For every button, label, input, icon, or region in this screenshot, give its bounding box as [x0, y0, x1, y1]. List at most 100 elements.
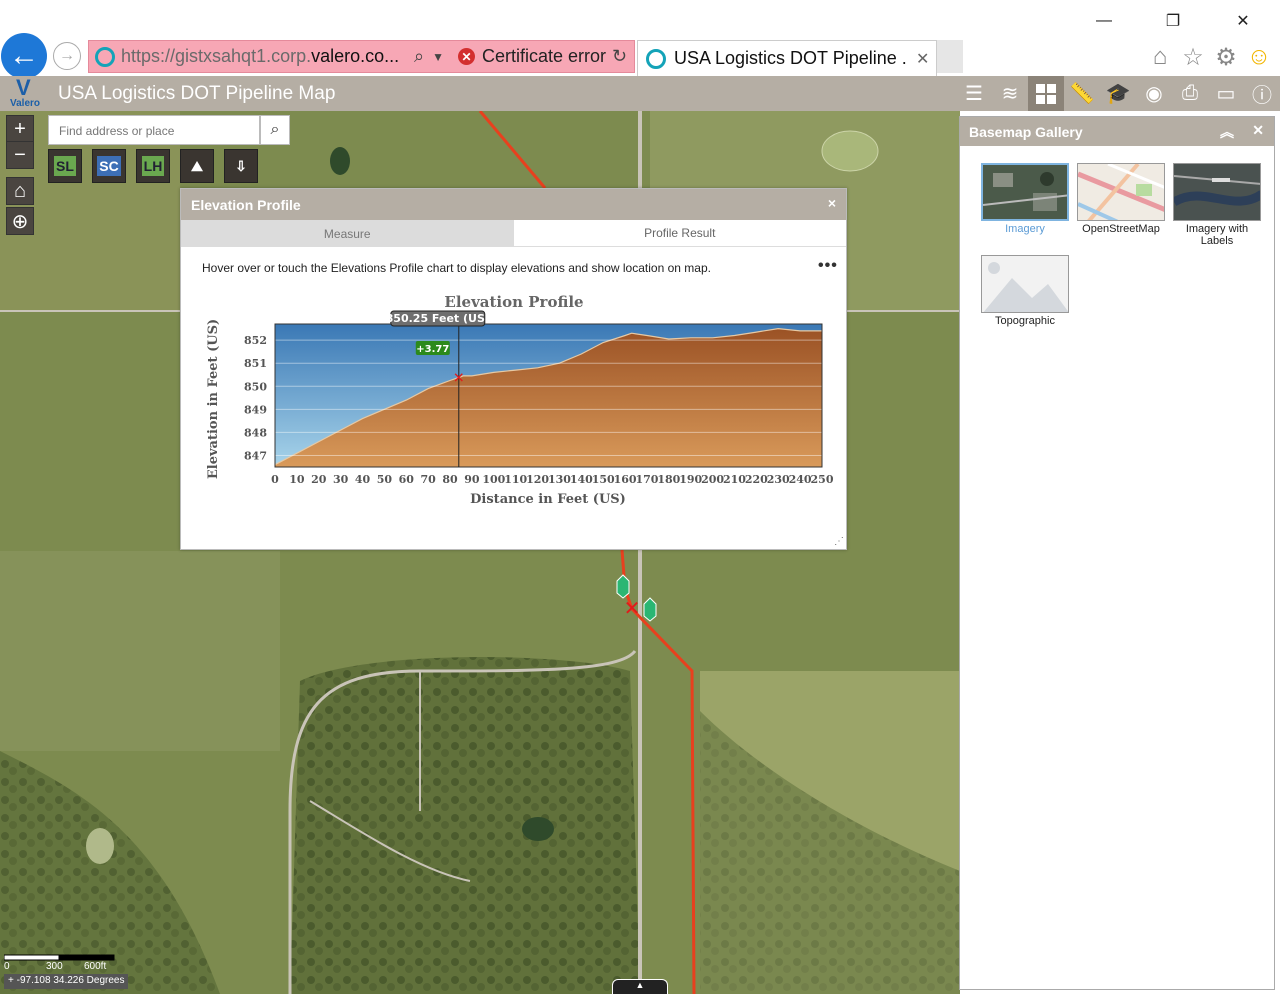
app-root: — ❐ ✕ ← → https://gistxsahqt1.corp.valer…	[0, 0, 1280, 994]
coordinate-readout: + -97.108 34.226 Degrees	[4, 974, 129, 989]
y-tick-label-849: 849	[244, 403, 267, 416]
x-tick-label-230: 230	[767, 473, 790, 486]
basemap-panel-title: Basemap Gallery	[969, 124, 1083, 140]
x-tick-label-160: 160	[614, 473, 637, 486]
x-tick-label-60: 60	[399, 473, 415, 486]
basemap-imagery-thumb[interactable]	[981, 163, 1069, 221]
tab-measure[interactable]: Measure	[181, 220, 514, 247]
print-icon[interactable]: ⎙	[1172, 76, 1208, 111]
favorites-star-icon[interactable]: ☆	[1178, 42, 1208, 72]
coords-toggle-icon[interactable]: +	[8, 975, 17, 986]
tab-close-icon[interactable]: ✕	[916, 49, 929, 69]
resize-handle-icon[interactable]: ⋰	[834, 536, 844, 547]
search-icon[interactable]: ⌕	[414, 46, 424, 67]
new-tab-button[interactable]	[937, 40, 963, 73]
locate-icon[interactable]: ⊕	[6, 207, 34, 235]
tool-lh-button[interactable]: LH	[136, 149, 170, 183]
layers-icon[interactable]: ≋	[992, 76, 1028, 111]
tab-active[interactable]: USA Logistics DOT Pipeline ... ✕	[637, 40, 937, 76]
logo-text: Valero	[10, 98, 41, 109]
measure-ruler-icon[interactable]: 📏	[1064, 76, 1100, 111]
x-tick-label-140: 140	[570, 473, 593, 486]
more-options-icon[interactable]: •••	[818, 257, 838, 275]
tab-profile-result[interactable]: Profile Result	[513, 220, 846, 247]
search-input[interactable]: Find address or place	[48, 115, 260, 145]
logo-mark: V	[16, 75, 31, 100]
education-icon[interactable]: 🎓	[1100, 76, 1136, 111]
x-tick-label-250: 250	[811, 473, 834, 486]
basemap-imagery-labels[interactable]: Imagery with Labels	[1170, 163, 1264, 247]
x-tick-label-240: 240	[789, 473, 812, 486]
refresh-icon[interactable]: ↻	[612, 46, 627, 67]
collapse-icon[interactable]: ︽	[1220, 122, 1234, 142]
minimize-icon[interactable]: —	[1089, 8, 1119, 34]
scale-label-0: 0	[4, 961, 10, 972]
x-tick-label-100: 100	[482, 473, 505, 486]
elevation-chart[interactable]: Elevation Profile 847 848 849 850 851 852 0 10 2…	[181, 289, 848, 509]
elevation-panel-title: Elevation Profile	[191, 197, 301, 213]
basemap-osm-thumb[interactable]	[1077, 163, 1165, 221]
address-bar[interactable]: https://gistxsahqt1.corp.valero.co... ⌕ …	[88, 40, 635, 73]
elevation-tabs: Measure Profile Result	[181, 220, 846, 247]
list-icon[interactable]: ☰	[956, 76, 992, 111]
elevation-panel-header[interactable]: Elevation Profile ×	[181, 189, 846, 220]
url-prefix: https://gistxsahqt1.corp.	[121, 46, 312, 66]
basemap-osm-label: OpenStreetMap	[1082, 223, 1160, 235]
x-tick-label-170: 170	[635, 473, 658, 486]
svg-text:✕: ✕	[624, 596, 641, 620]
x-tick-label-30: 30	[333, 473, 349, 486]
tool-sl-button[interactable]: SL	[48, 149, 82, 183]
export-tool-icon[interactable]: ⇩	[224, 149, 258, 183]
x-tick-label-20: 20	[311, 473, 327, 486]
feedback-smiley-icon[interactable]: ☺	[1244, 42, 1274, 72]
close-window-icon[interactable]: ✕	[1228, 8, 1258, 34]
zoom-in-button[interactable]: +	[6, 115, 34, 143]
y-tick-label-850: 850	[244, 380, 267, 393]
x-tick-label-220: 220	[745, 473, 768, 486]
basemap-panel-header: Basemap Gallery ︽ ✕	[960, 117, 1274, 146]
basemap-openstreetmap[interactable]: OpenStreetMap	[1074, 163, 1168, 235]
attribution-toggle[interactable]: ▲	[612, 979, 668, 994]
back-button[interactable]: ←	[1, 33, 47, 79]
comment-icon[interactable]: ▭	[1208, 76, 1244, 111]
basemap-grid-icon[interactable]	[1028, 76, 1064, 111]
dropdown-icon[interactable]: ▼	[432, 50, 444, 64]
restore-icon[interactable]: ❐	[1158, 8, 1188, 34]
x-tick-label-210: 210	[723, 473, 746, 486]
tab-title[interactable]: USA Logistics DOT Pipeline ...	[674, 48, 906, 69]
grid-glyph	[1036, 83, 1056, 104]
app-header: V Valero USA Logistics DOT Pipeline Map …	[0, 76, 1280, 111]
home-extent-icon[interactable]: ⌂	[6, 177, 34, 205]
app-title: USA Logistics DOT Pipeline Map	[58, 83, 336, 104]
address-url[interactable]: https://gistxsahqt1.corp.valero.co...	[121, 46, 406, 67]
y-tick-label-847: 847	[244, 449, 267, 462]
forward-button[interactable]: →	[53, 42, 81, 70]
imagery-labels-thumbnail	[1174, 164, 1260, 220]
home-icon[interactable]: ⌂	[1145, 42, 1175, 72]
chart-ylabel: Elevation in Feet (US)	[206, 319, 221, 479]
basemap-topographic-label: Topographic	[995, 315, 1055, 327]
hover-delta-label: +3.77	[416, 344, 449, 355]
basemap-imagery-labels-thumb[interactable]	[1173, 163, 1261, 221]
settings-gear-icon[interactable]: ⚙	[1211, 42, 1241, 72]
tool-sc-button[interactable]: SC	[92, 149, 126, 183]
profile-tool-icon[interactable]: ⛰	[180, 149, 214, 183]
basemap-topographic[interactable]: Topographic	[978, 255, 1072, 327]
tool-sl-label: SL	[54, 156, 76, 176]
x-tick-label-200: 200	[701, 473, 724, 486]
cert-error-text[interactable]: Certificate error	[482, 46, 606, 67]
zoom-out-button[interactable]: −	[6, 141, 34, 169]
basemap-close-icon[interactable]: ✕	[1252, 122, 1264, 139]
basemap-topographic-thumb[interactable]	[981, 255, 1069, 313]
cert-error-icon[interactable]: ✕	[457, 48, 475, 65]
search-button[interactable]: ⌕	[260, 115, 290, 145]
x-tick-label-10: 10	[289, 473, 305, 486]
valero-logo: V Valero	[8, 75, 48, 110]
palette-icon[interactable]: ◉	[1136, 76, 1172, 111]
topographic-placeholder-thumbnail	[982, 256, 1068, 312]
elevation-close-icon[interactable]: ×	[828, 195, 836, 211]
basemap-imagery[interactable]: Imagery	[978, 163, 1072, 235]
basemap-gallery-panel: Basemap Gallery ︽ ✕ Imagery OpenStreetMa…	[959, 116, 1275, 990]
chart-plot-area: 847 848 849 850 851 852 0 10 20 30 40 50 60 70 80 90 100…	[244, 310, 834, 486]
info-icon[interactable]: ⓘ	[1244, 76, 1280, 111]
